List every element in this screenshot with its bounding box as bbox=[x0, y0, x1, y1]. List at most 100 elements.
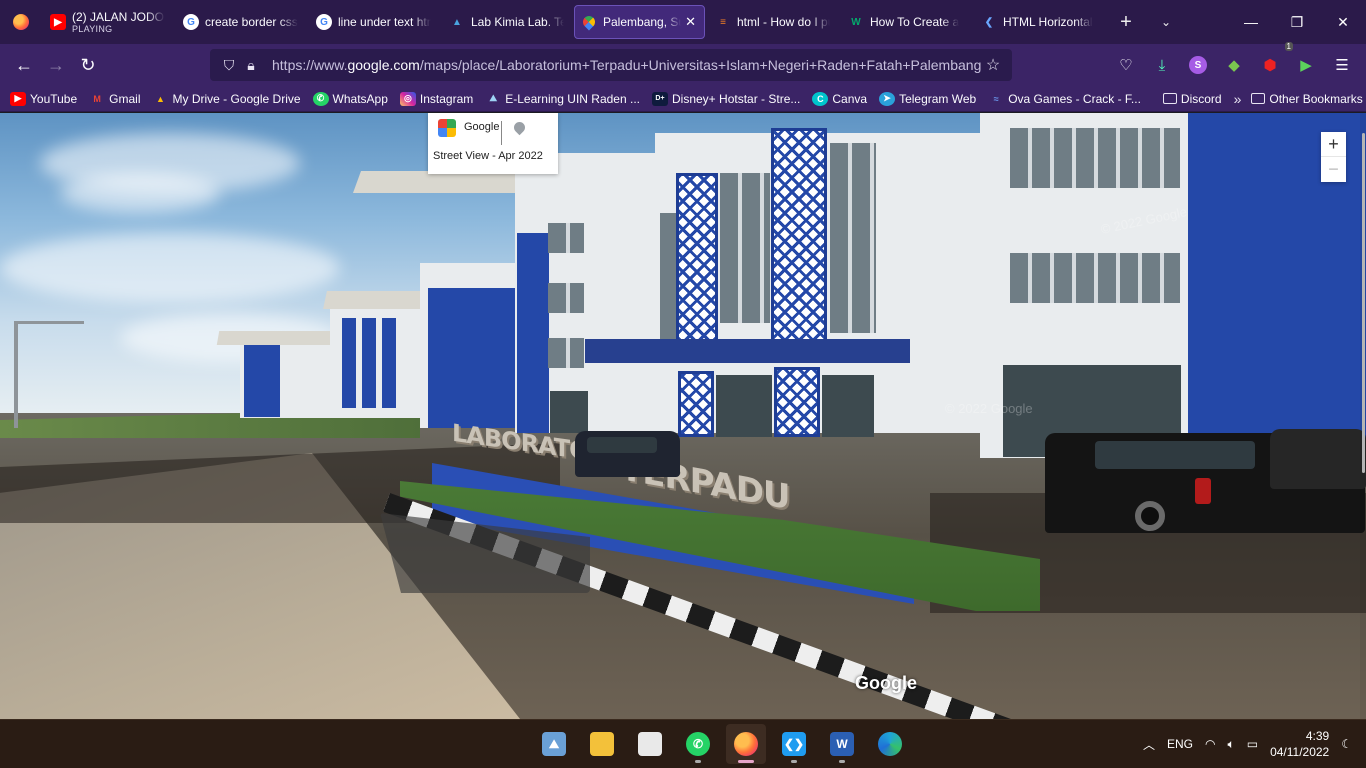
adblock-badge: 1 bbox=[1284, 42, 1293, 51]
pocket-icon[interactable]: ♡ bbox=[1110, 49, 1142, 81]
wifi-icon[interactable]: ◠ bbox=[1205, 737, 1215, 751]
running-indicator bbox=[839, 760, 845, 763]
avatar: S bbox=[1189, 56, 1207, 74]
tab-title: html - How do I put bbox=[737, 15, 830, 29]
edge-icon bbox=[878, 732, 902, 756]
tab-youtube[interactable]: ▶ (2) JALAN JODOH PLAYING bbox=[42, 5, 173, 39]
show-hidden-icons-chevron-icon[interactable]: ︿ bbox=[1143, 736, 1155, 753]
taskbar-vscode[interactable]: ❮❯ bbox=[774, 724, 814, 764]
windows-taskbar: ⛰ ✆ ❮❯ W ︿ ENG ◠ 🔈︎ ▭ 4:39 04/11/2022 ☾ bbox=[0, 719, 1366, 768]
youtube-icon: ▶ bbox=[50, 14, 66, 30]
menu-icon[interactable]: ☰ bbox=[1326, 49, 1358, 81]
bookmark-youtube[interactable]: ▶ YouTube bbox=[10, 91, 77, 106]
bookmark-folder-discord[interactable]: Discord bbox=[1162, 92, 1222, 106]
firefox-view-button[interactable] bbox=[0, 0, 42, 44]
close-window-button[interactable]: ✕ bbox=[1320, 0, 1366, 44]
taskbar-whatsapp[interactable]: ✆ bbox=[678, 724, 718, 764]
taskbar-firefox[interactable] bbox=[726, 724, 766, 764]
back-button[interactable]: ← bbox=[8, 49, 40, 81]
forward-button[interactable]: → bbox=[40, 49, 72, 81]
google-maps-icon[interactable] bbox=[438, 119, 456, 137]
tab-title: (2) JALAN JODOH bbox=[72, 10, 165, 24]
tab-title: create border css bbox=[205, 15, 298, 29]
zoom-out-button[interactable]: − bbox=[1321, 157, 1346, 182]
extension-icon[interactable]: ◆ bbox=[1218, 49, 1250, 81]
tab-title: Palembang, Sumatera bbox=[603, 15, 681, 29]
zoom-in-button[interactable]: + bbox=[1321, 132, 1346, 157]
taskbar-file-explorer[interactable] bbox=[582, 724, 622, 764]
bookmark-telegram[interactable]: ➤ Telegram Web bbox=[879, 91, 976, 106]
street-view-date: Street View - Apr 2022 bbox=[433, 150, 543, 162]
tab-html-horizontal[interactable]: ❮ HTML Horizontal bbox=[973, 5, 1104, 39]
bookmark-folder-other[interactable]: Other Bookmarks bbox=[1251, 92, 1363, 106]
firefox-icon bbox=[13, 14, 29, 30]
widgets-icon: ⛰ bbox=[542, 732, 566, 756]
page-scrollbar[interactable] bbox=[1360, 113, 1366, 719]
bookmark-ovagames[interactable]: ≈ Ova Games - Crack - F... bbox=[988, 92, 1141, 106]
bookmark-hotstar[interactable]: D+ Disney+ Hotstar - Stre... bbox=[652, 91, 800, 106]
windows-icon bbox=[494, 732, 518, 756]
bookmark-canva[interactable]: C Canva bbox=[812, 91, 867, 106]
account-button[interactable]: S bbox=[1182, 49, 1214, 81]
restore-button[interactable]: ❐ bbox=[1274, 0, 1320, 44]
more-bookmarks-chevron-icon[interactable]: » bbox=[1234, 91, 1242, 107]
bookmark-instagram[interactable]: ◎ Instagram bbox=[399, 91, 473, 106]
new-tab-button[interactable]: + bbox=[1106, 11, 1146, 34]
zoom-controls: + − bbox=[1321, 132, 1346, 182]
whatsapp-icon: ✆ bbox=[312, 91, 329, 106]
google-icon: G bbox=[316, 14, 332, 30]
google-icon: G bbox=[183, 14, 199, 30]
bookmarks-toolbar: ▶ YouTube M Gmail ▲ My Drive - Google Drive… bbox=[0, 86, 1366, 112]
close-tab-icon[interactable]: ✕ bbox=[681, 14, 696, 30]
hotstar-icon: D+ bbox=[652, 91, 668, 106]
lock-icon[interactable]: 🔒︎ bbox=[240, 57, 262, 74]
tab-stackoverflow[interactable]: ≡ html - How do I put bbox=[707, 5, 838, 39]
bookmark-gmail[interactable]: M Gmail bbox=[89, 92, 140, 106]
tab-palembang[interactable]: Palembang, Sumatera ✕ bbox=[574, 5, 705, 39]
stackoverflow-icon: ≡ bbox=[720, 16, 726, 28]
youtube-icon: ▶ bbox=[10, 91, 26, 106]
codepen-icon: ❮ bbox=[984, 16, 994, 28]
bookmark-star-icon[interactable]: ☆ bbox=[982, 55, 1004, 75]
location-pin-icon[interactable] bbox=[511, 119, 528, 136]
word-icon: W bbox=[830, 732, 854, 756]
bookmark-google-drive[interactable]: ▲ My Drive - Google Drive bbox=[153, 92, 301, 106]
tab-google-line[interactable]: G line under text html bbox=[308, 5, 439, 39]
google-brand-label: Google bbox=[464, 121, 500, 133]
tracking-protection-icon[interactable]: ⛉ bbox=[218, 57, 240, 74]
volume-icon[interactable]: 🔈︎ bbox=[1228, 737, 1235, 752]
w3schools-icon: W bbox=[851, 16, 861, 28]
elearning-icon: ▲ bbox=[452, 16, 462, 28]
clock[interactable]: 4:39 04/11/2022 bbox=[1270, 728, 1329, 760]
url-text[interactable]: https://www.google.com/maps/place/Labora… bbox=[272, 57, 982, 73]
tab-title: HTML Horizontal bbox=[1003, 15, 1093, 29]
taskbar-word[interactable]: W bbox=[822, 724, 862, 764]
language-indicator[interactable]: ENG bbox=[1167, 737, 1193, 751]
bookmark-elearning[interactable]: ⛰ E-Learning UIN Raden ... bbox=[485, 92, 640, 106]
extension-play-icon[interactable]: ▶ bbox=[1290, 49, 1322, 81]
downloads-icon[interactable]: ⤓ bbox=[1146, 49, 1178, 81]
elearning-icon: ⛰ bbox=[489, 93, 498, 103]
running-indicator bbox=[738, 760, 754, 763]
street-view-panorama[interactable]: © 2022 Google © 2022 Google LABORATORIUM… bbox=[0, 113, 1366, 719]
reload-button[interactable]: ↻ bbox=[72, 49, 104, 81]
tab-w3schools[interactable]: W How To Create a bbox=[840, 5, 971, 39]
scrollbar-thumb[interactable] bbox=[1362, 133, 1365, 473]
address-bar[interactable]: ⛉ 🔒︎ https://www.google.com/maps/place/L… bbox=[210, 49, 1012, 81]
navigation-toolbar: ← → ↻ ⛉ 🔒︎ https://www.google.com/maps/p… bbox=[0, 42, 1366, 86]
taskbar-widgets[interactable]: ⛰ bbox=[534, 724, 574, 764]
street-view-info-card[interactable]: Google Street View - Apr 2022 bbox=[428, 113, 558, 174]
taskbar-microsoft-store[interactable] bbox=[630, 724, 670, 764]
battery-icon[interactable]: ▭ bbox=[1247, 737, 1258, 751]
bookmark-whatsapp[interactable]: ✆ WhatsApp bbox=[312, 91, 388, 106]
taskbar-edge[interactable] bbox=[870, 724, 910, 764]
canva-icon: C bbox=[812, 91, 829, 106]
start-button[interactable] bbox=[486, 724, 526, 764]
list-all-tabs-button[interactable]: ⌄ bbox=[1146, 15, 1186, 29]
notifications-moon-icon[interactable]: ☾ bbox=[1341, 737, 1352, 751]
minimize-button[interactable]: — bbox=[1228, 0, 1274, 44]
tab-lab-kimia[interactable]: ▲ Lab Kimia Lab. Terpadu bbox=[441, 5, 572, 39]
adblock-icon[interactable]: ⬢ 1 bbox=[1254, 42, 1293, 81]
tab-google-border[interactable]: G create border css bbox=[175, 5, 306, 39]
folder-icon bbox=[1251, 93, 1266, 104]
